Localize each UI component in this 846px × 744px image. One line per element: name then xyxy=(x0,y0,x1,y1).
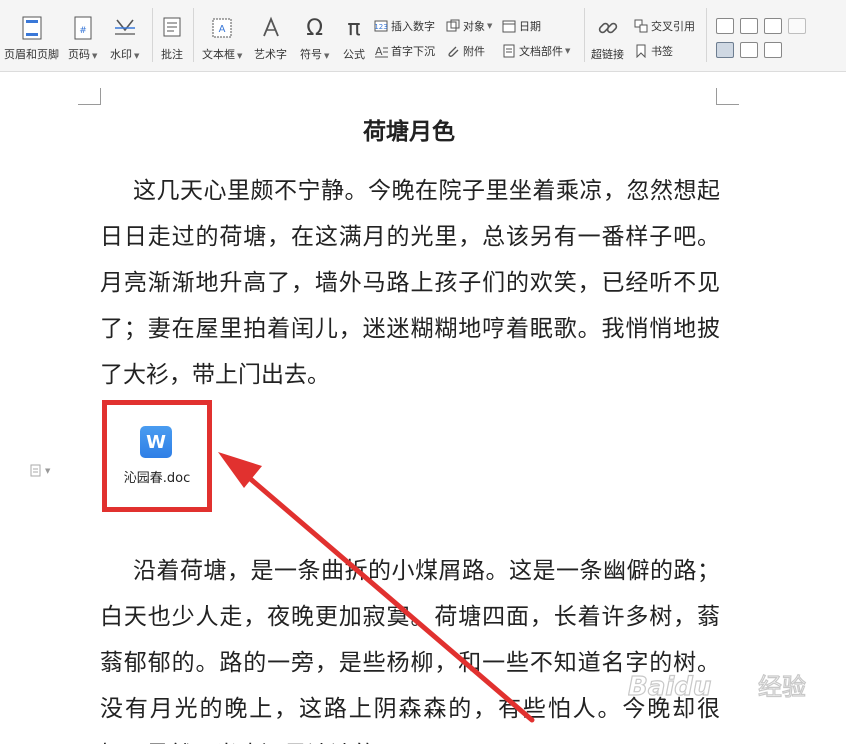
wordart-button[interactable]: 艺术字 xyxy=(254,16,287,62)
margin-corner-top-right xyxy=(716,88,739,105)
drop-cap-label: 首字下沉 xyxy=(391,45,435,58)
margin-corner-top-left xyxy=(78,88,101,105)
page-number-button[interactable]: # 页码 ▼ xyxy=(68,16,97,62)
watermark-button[interactable]: 水印 ▼ xyxy=(110,16,139,62)
cross-ref-button[interactable]: 交叉引用 xyxy=(634,18,695,34)
attachment-highlight-box: W 沁园春.doc xyxy=(102,400,212,512)
insert-number-button[interactable]: 123 插入数字 xyxy=(374,18,435,34)
comment-button[interactable]: 批注 xyxy=(160,16,184,62)
doc-parts-button[interactable]: 文档部件 ▼ xyxy=(502,43,570,59)
wordart-label: 艺术字 xyxy=(254,48,287,61)
link-icon xyxy=(596,16,620,40)
pi-icon: π xyxy=(347,15,361,41)
object-label: 对象 xyxy=(463,20,485,33)
doc-parts-icon xyxy=(502,44,516,58)
checkbox-control-icon[interactable] xyxy=(740,18,758,34)
attachment-label: 附件 xyxy=(463,45,485,58)
toolbar-separator xyxy=(584,8,585,62)
textbox-icon: A xyxy=(210,16,234,40)
paragraph-handle-icon[interactable]: ▼ xyxy=(30,464,50,477)
svg-text:123: 123 xyxy=(374,23,387,31)
symbol-button[interactable]: Ω 符号 ▼ xyxy=(300,16,329,62)
bookmark-label: 书签 xyxy=(651,45,673,58)
page-number-label: 页码 xyxy=(68,48,90,61)
hyperlink-button[interactable]: 超链接 xyxy=(591,16,624,62)
layout-option-icon[interactable] xyxy=(716,18,734,34)
textbox-label: 文本框 xyxy=(202,48,235,61)
paragraph-1: 这几天心里颇不宁静。今晚在院子里坐着乘凉，忽然想起日日走过的荷塘，在这满月的光里… xyxy=(100,178,720,388)
cross-ref-label: 交叉引用 xyxy=(651,20,695,33)
baidu-watermark: Baidu 经验 xyxy=(627,665,838,705)
watermark-suffix: 经验 xyxy=(758,673,806,701)
list-control-icon[interactable] xyxy=(764,18,782,34)
doc-parts-label: 文档部件 xyxy=(519,45,563,58)
omega-icon: Ω xyxy=(306,15,324,41)
svg-text:#: # xyxy=(79,26,87,36)
insert-number-label: 插入数字 xyxy=(391,20,435,33)
header-footer-icon xyxy=(20,16,44,40)
number-icon: 123 xyxy=(374,19,388,33)
insert-ribbon: 页眉和页脚 # 页码 ▼ 水印 ▼ 批注 A 文本框 ▼ 艺术字 Ω 符号 ▼ π xyxy=(0,0,846,72)
textbox-button[interactable]: A 文本框 ▼ xyxy=(202,16,242,62)
header-footer-button[interactable]: 页眉和页脚 xyxy=(4,16,59,62)
header-footer-label: 页眉和页脚 xyxy=(4,48,59,61)
drop-cap-icon: A xyxy=(374,44,388,58)
attachment-button[interactable]: 附件 xyxy=(446,43,485,59)
grid-control-icon[interactable] xyxy=(740,42,758,58)
paperclip-icon xyxy=(446,44,460,58)
frame-control-icon[interactable] xyxy=(716,42,734,58)
watermark-brand: Baidu xyxy=(628,672,711,702)
svg-text:A: A xyxy=(219,24,226,35)
drop-cap-button[interactable]: A 首字下沉 xyxy=(374,43,435,59)
symbol-label: 符号 xyxy=(300,48,322,61)
hyperlink-label: 超链接 xyxy=(591,48,624,61)
image-control-icon[interactable] xyxy=(764,42,782,58)
calendar-icon xyxy=(502,19,516,33)
disabled-control-icon xyxy=(788,18,806,34)
bookmark-icon xyxy=(634,44,648,58)
toolbar-separator xyxy=(152,8,153,62)
page-number-icon: # xyxy=(71,16,95,40)
bookmark-button[interactable]: 书签 xyxy=(634,43,673,59)
equation-label: 公式 xyxy=(343,48,365,61)
document-title: 荷塘月色 xyxy=(363,118,455,145)
wordart-icon xyxy=(259,16,283,40)
equation-button[interactable]: π 公式 xyxy=(342,16,366,62)
date-button[interactable]: 日期 xyxy=(502,18,541,34)
toolbar-separator xyxy=(706,8,707,62)
wps-doc-icon[interactable]: W xyxy=(140,426,172,458)
watermark-icon xyxy=(113,16,137,40)
paragraph-2: 沿着荷塘，是一条曲折的小煤屑路。这是一条幽僻的路；白天也少人走，夜晚更加寂寞。荷… xyxy=(100,558,720,744)
comment-label: 批注 xyxy=(161,48,183,61)
object-icon xyxy=(446,19,460,33)
attachment-filename[interactable]: 沁园春.doc xyxy=(107,467,207,486)
cross-ref-icon xyxy=(634,19,648,33)
date-label: 日期 xyxy=(519,20,541,33)
svg-text:A: A xyxy=(375,45,383,58)
comment-icon xyxy=(160,16,184,40)
toolbar-separator xyxy=(193,8,194,62)
watermark-label: 水印 xyxy=(110,48,132,61)
object-button[interactable]: 对象 ▼ xyxy=(446,18,492,34)
